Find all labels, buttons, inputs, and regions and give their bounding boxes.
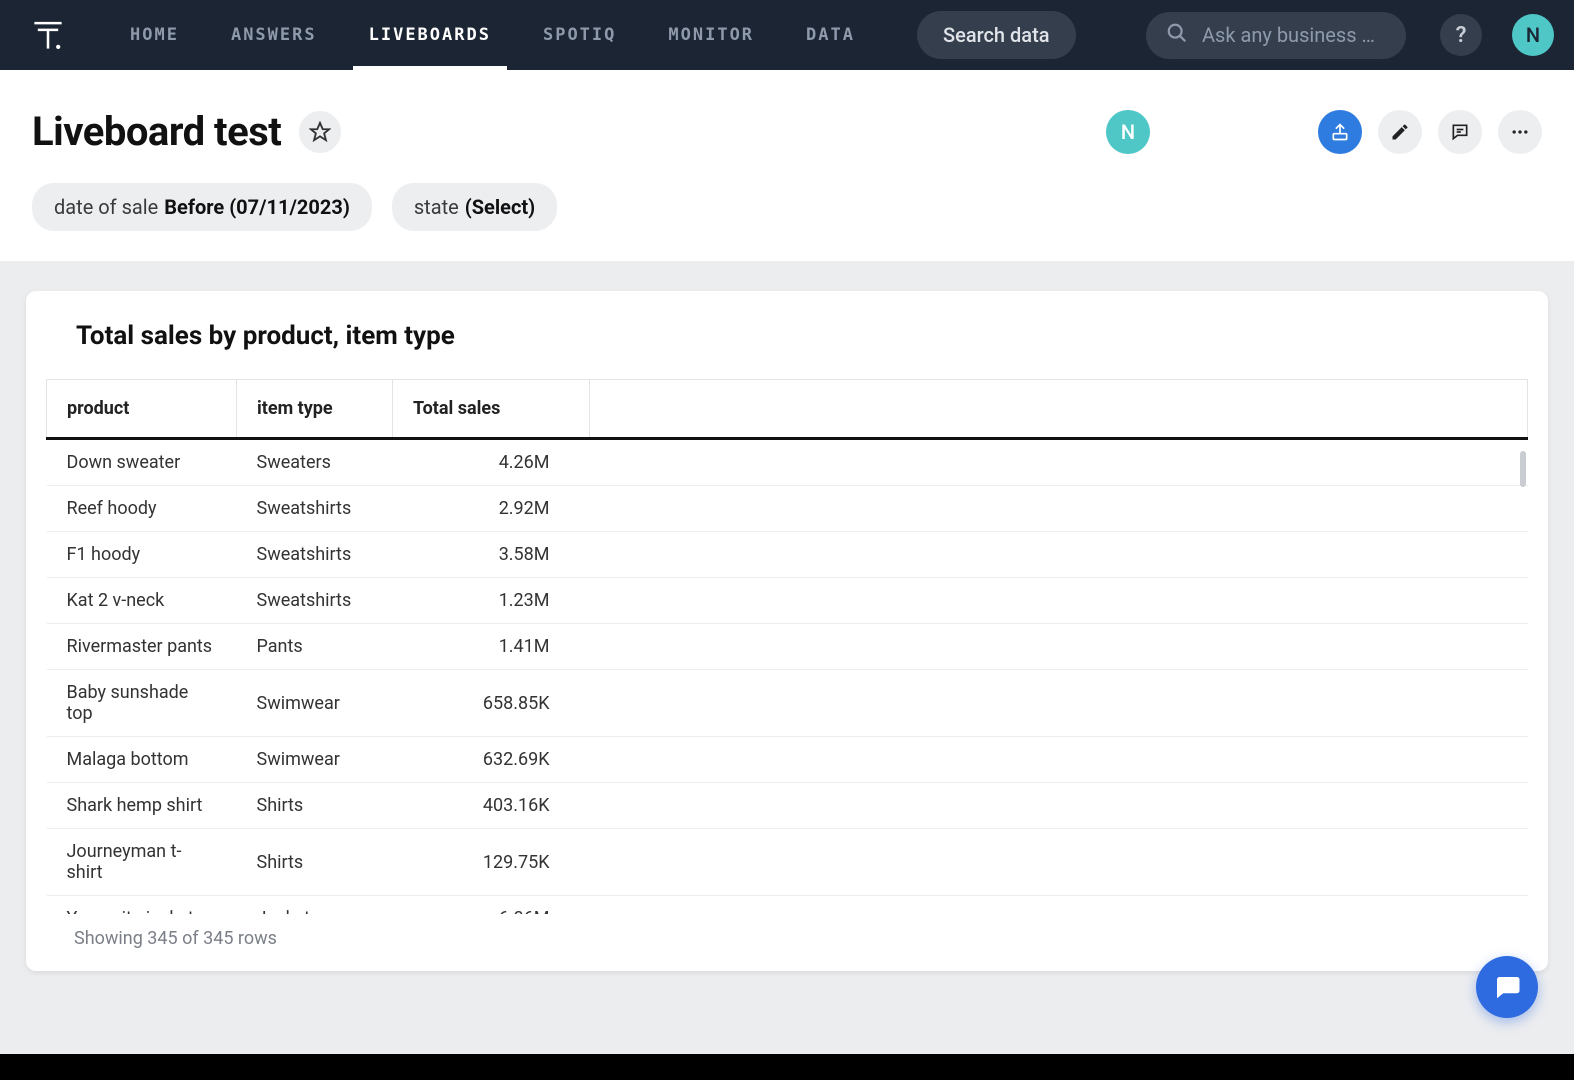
cell-empty: [590, 624, 1528, 670]
page-title: Liveboard test: [32, 108, 281, 155]
cell-total-sales: 3.58M: [393, 532, 590, 578]
col-header-item-type[interactable]: item type: [237, 380, 393, 439]
filter-label: date of sale: [54, 195, 158, 219]
filter-state[interactable]: state (Select): [392, 183, 557, 231]
cell-total-sales: 6.06M: [393, 896, 590, 915]
pencil-icon: [1390, 122, 1410, 142]
cell-item-type: Sweatshirts: [237, 532, 393, 578]
app-logo[interactable]: [28, 15, 68, 55]
share-icon: [1330, 122, 1350, 142]
cell-total-sales: 1.41M: [393, 624, 590, 670]
user-avatar[interactable]: N: [1512, 14, 1554, 56]
filter-date-of-sale[interactable]: date of sale Before (07/11/2023): [32, 183, 372, 231]
nav-monitor[interactable]: MONITOR: [642, 0, 780, 70]
cell-empty: [590, 829, 1528, 896]
cell-empty: [590, 439, 1528, 486]
top-nav: HOME ANSWERS LIVEBOARDS SPOTIQ MONITOR D…: [0, 0, 1574, 70]
content-area: Total sales by product, item type produc…: [0, 261, 1574, 1065]
table-wrap: product item type Total sales Down sweat…: [26, 379, 1548, 914]
table-scrollbar[interactable]: [1520, 451, 1526, 487]
filter-label: state: [414, 195, 459, 219]
cell-item-type: Pants: [237, 624, 393, 670]
table-row[interactable]: Kat 2 v-neckSweatshirts1.23M: [47, 578, 1528, 624]
cell-empty: [590, 783, 1528, 829]
table-row[interactable]: Reef hoodySweatshirts2.92M: [47, 486, 1528, 532]
star-icon: [309, 121, 331, 143]
cell-product: Yosemite jacket: [47, 896, 237, 915]
cell-item-type: Jackets: [237, 896, 393, 915]
col-header-empty: [590, 380, 1528, 439]
cell-item-type: Swimwear: [237, 670, 393, 737]
ask-placeholder: Ask any business qu...: [1202, 23, 1386, 47]
bottom-strip: [0, 1054, 1574, 1080]
comment-button[interactable]: [1438, 110, 1482, 154]
cell-item-type: Shirts: [237, 829, 393, 896]
more-icon: [1510, 122, 1530, 142]
cell-product: Journeyman t-shirt: [47, 829, 237, 896]
cell-empty: [590, 737, 1528, 783]
cell-total-sales: 129.75K: [393, 829, 590, 896]
cell-total-sales: 632.69K: [393, 737, 590, 783]
cell-product: Baby sunshade top: [47, 670, 237, 737]
cell-product: Malaga bottom: [47, 737, 237, 783]
cell-total-sales: 4.26M: [393, 439, 590, 486]
table-row[interactable]: Rivermaster pantsPants1.41M: [47, 624, 1528, 670]
search-icon: [1166, 22, 1188, 49]
nav-data[interactable]: DATA: [780, 0, 881, 70]
cell-total-sales: 1.23M: [393, 578, 590, 624]
visualization-card: Total sales by product, item type produc…: [26, 291, 1548, 971]
col-header-total-sales[interactable]: Total sales: [393, 380, 590, 439]
nav-answers[interactable]: ANSWERS: [205, 0, 343, 70]
nav-liveboards[interactable]: LIVEBOARDS: [343, 0, 517, 70]
table-row[interactable]: Shark hemp shirtShirts403.16K: [47, 783, 1528, 829]
cell-item-type: Sweaters: [237, 439, 393, 486]
col-header-product[interactable]: product: [47, 380, 237, 439]
chat-fab[interactable]: [1476, 956, 1538, 1018]
card-title: Total sales by product, item type: [26, 321, 1548, 379]
cell-item-type: Sweatshirts: [237, 578, 393, 624]
cell-empty: [590, 670, 1528, 737]
liveboard-header: Liveboard test N: [0, 70, 1574, 261]
favorite-button[interactable]: [299, 111, 341, 153]
table-row[interactable]: F1 hoodySweatshirts3.58M: [47, 532, 1528, 578]
share-button[interactable]: [1318, 110, 1362, 154]
cell-total-sales: 403.16K: [393, 783, 590, 829]
cell-product: Kat 2 v-neck: [47, 578, 237, 624]
nav-spotiq[interactable]: SPOTIQ: [517, 0, 642, 70]
cell-item-type: Shirts: [237, 783, 393, 829]
nav-links: HOME ANSWERS LIVEBOARDS SPOTIQ MONITOR D…: [104, 0, 881, 70]
cell-product: Down sweater: [47, 439, 237, 486]
cell-empty: [590, 486, 1528, 532]
cell-empty: [590, 532, 1528, 578]
cell-empty: [590, 578, 1528, 624]
cell-product: Reef hoody: [47, 486, 237, 532]
filter-value: Before (07/11/2023): [164, 195, 350, 219]
table-row[interactable]: Journeyman t-shirtShirts129.75K: [47, 829, 1528, 896]
cell-item-type: Sweatshirts: [237, 486, 393, 532]
row-count-footer: Showing 345 of 345 rows: [26, 914, 1548, 949]
table-row[interactable]: Down sweaterSweaters4.26M: [47, 439, 1528, 486]
edit-button[interactable]: [1378, 110, 1422, 154]
more-button[interactable]: [1498, 110, 1542, 154]
cell-empty: [590, 896, 1528, 915]
chat-icon: [1492, 972, 1522, 1002]
search-data-button[interactable]: Search data: [917, 11, 1076, 59]
cell-product: F1 hoody: [47, 532, 237, 578]
ask-business-question-input[interactable]: Ask any business qu...: [1146, 12, 1406, 59]
cell-total-sales: 2.92M: [393, 486, 590, 532]
owner-avatar[interactable]: N: [1106, 110, 1150, 154]
table-row[interactable]: Malaga bottomSwimwear632.69K: [47, 737, 1528, 783]
data-table: product item type Total sales Down sweat…: [46, 379, 1528, 914]
filter-value: (Select): [465, 195, 535, 219]
nav-home[interactable]: HOME: [104, 0, 205, 70]
table-row[interactable]: Yosemite jacketJackets6.06M: [47, 896, 1528, 915]
filters: date of sale Before (07/11/2023) state (…: [32, 183, 1542, 231]
cell-item-type: Swimwear: [237, 737, 393, 783]
help-button[interactable]: ?: [1440, 14, 1482, 56]
cell-product: Rivermaster pants: [47, 624, 237, 670]
cell-product: Shark hemp shirt: [47, 783, 237, 829]
table-row[interactable]: Baby sunshade topSwimwear658.85K: [47, 670, 1528, 737]
comment-icon: [1450, 122, 1470, 142]
cell-total-sales: 658.85K: [393, 670, 590, 737]
